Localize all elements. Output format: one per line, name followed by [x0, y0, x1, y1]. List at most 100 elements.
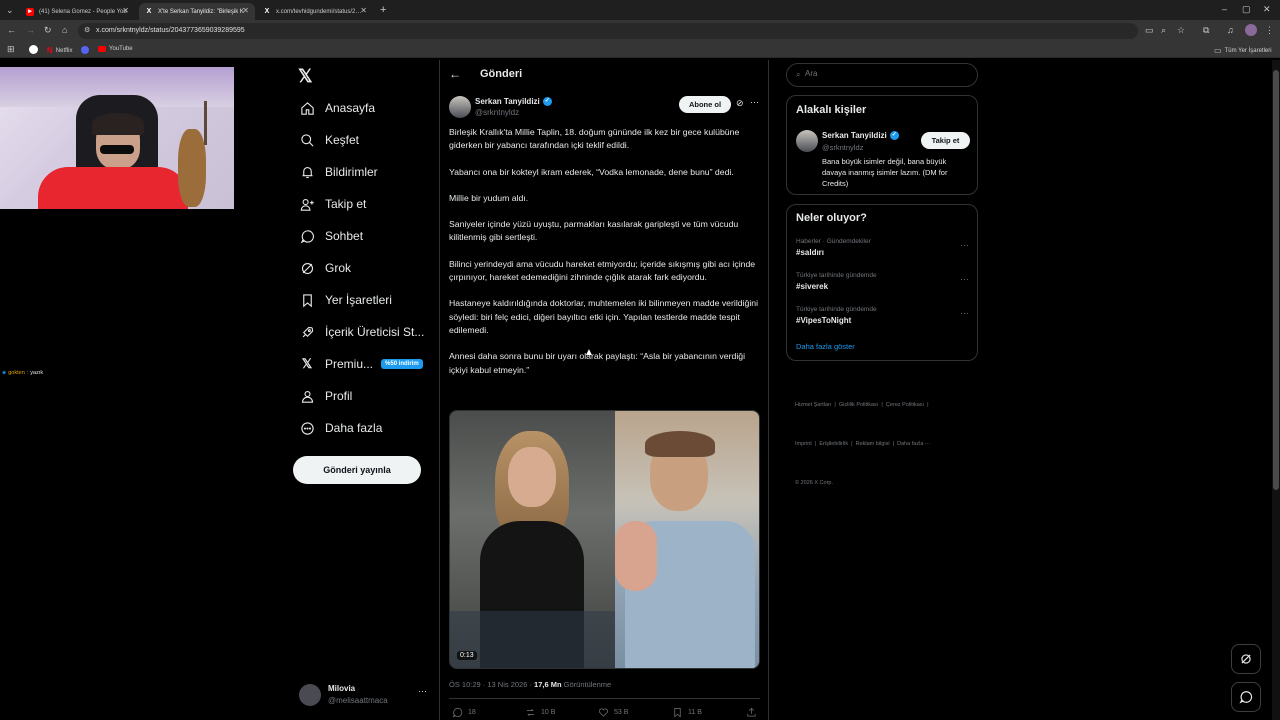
install-app-icon[interactable]: ▭: [1145, 25, 1154, 36]
sidebar-item-chat[interactable]: Sohbet: [299, 225, 363, 247]
minimize-button[interactable]: –: [1222, 4, 1227, 14]
grok-explain-icon[interactable]: ⊘: [736, 98, 744, 109]
search-input[interactable]: [805, 69, 965, 78]
reload-icon[interactable]: ↻: [44, 25, 52, 36]
trend-item[interactable]: Haberler · Gündemdekiler #saldırı ···: [796, 238, 979, 257]
browser-tab-1[interactable]: ▸ (41) Selena Gomez - People You ✕: [20, 3, 135, 20]
show-more-link[interactable]: Daha fazla göster: [796, 342, 855, 351]
bookmark-netflix[interactable]: N Netflix: [47, 46, 72, 55]
extensions-icon[interactable]: ⧉: [1203, 25, 1209, 36]
discord-icon[interactable]: [81, 46, 89, 54]
new-tab-button[interactable]: +: [380, 4, 386, 16]
scrollbar-thumb[interactable]: [1273, 70, 1279, 490]
author-avatar[interactable]: [449, 96, 471, 118]
back-arrow-icon[interactable]: ←: [449, 67, 461, 81]
chat-separator: :: [26, 370, 29, 376]
forward-icon[interactable]: →: [26, 25, 35, 35]
sidebar-item-home[interactable]: Anasayfa: [299, 97, 375, 119]
trend-more-icon[interactable]: ···: [960, 240, 969, 250]
account-switcher[interactable]: Milovia @melisaattmaca ···: [293, 680, 433, 712]
related-name-row[interactable]: Serkan Tanyildizi ✓: [822, 131, 899, 140]
messages-float-button[interactable]: [1231, 682, 1261, 712]
all-bookmarks[interactable]: ▭ Tüm Yer İşaretleri: [1214, 46, 1272, 55]
home-icon[interactable]: ⌂: [62, 25, 67, 35]
post-paragraph: Saniyeler içinde yüzü uyuştu, parmakları…: [449, 219, 739, 243]
address-bar[interactable]: ⚙ x.com/srkntnyldz/status/20437736590392…: [78, 23, 1138, 39]
footer-links-row[interactable]: Imprint | Erişilebilirlik | Reklam bilgi…: [795, 438, 930, 451]
like-button[interactable]: 53 B: [598, 707, 628, 718]
main-right-border: [768, 60, 769, 720]
profile-avatar[interactable]: [1245, 24, 1257, 36]
sidebar-item-label: Takip et: [325, 197, 367, 211]
tab-search-icon[interactable]: ⌄: [6, 5, 14, 16]
bookmark-star-icon[interactable]: ☆: [1177, 25, 1185, 36]
sidebar-item-label: Daha fazla: [325, 421, 383, 435]
media-icon[interactable]: ♫: [1227, 25, 1234, 35]
zoom-icon[interactable]: ⌕: [1161, 25, 1166, 36]
bookmark-youtube[interactable]: YouTube: [98, 46, 133, 52]
trend-item[interactable]: Türkiye tarihinde gündemde #VipesToNight…: [796, 306, 979, 325]
sidebar-item-explore[interactable]: Keşfet: [299, 129, 359, 151]
verified-badge-icon: ✓: [542, 97, 552, 106]
post-video[interactable]: 0:13: [449, 410, 760, 669]
trend-more-icon[interactable]: ···: [960, 274, 969, 284]
hair: [92, 113, 144, 135]
post-button[interactable]: Gönderi yayınla: [293, 456, 421, 484]
back-icon[interactable]: ←: [7, 25, 16, 35]
close-tab-icon[interactable]: ✕: [242, 6, 249, 15]
sidebar-item-bookmarks[interactable]: Yer İşaretleri: [299, 289, 392, 311]
home-icon: [299, 100, 315, 116]
maximize-button[interactable]: ▢: [1242, 4, 1251, 15]
reply-button[interactable]: 18: [452, 707, 476, 718]
browser-tab-3[interactable]: X x.com/tevhidgundemi/status/2… ✕: [257, 3, 373, 20]
sidebar-item-creator-studio[interactable]: İçerik Üreticisi St...: [299, 321, 424, 343]
main-left-border: [439, 60, 440, 720]
chat-user: gokten: [8, 370, 25, 376]
x-logo-icon[interactable]: 𝕏: [298, 66, 313, 87]
trend-more-icon[interactable]: ···: [960, 308, 969, 318]
repost-button[interactable]: 10 B: [525, 707, 555, 718]
share-button[interactable]: [746, 707, 757, 718]
guitar-neck: [204, 101, 207, 145]
grok-float-button[interactable]: [1231, 644, 1261, 674]
close-tab-icon[interactable]: ✕: [360, 6, 367, 15]
subscribe-button[interactable]: Abone ol: [679, 96, 731, 113]
profile-icon: [299, 388, 315, 404]
sidebar-item-label: Bildirimler: [325, 165, 378, 179]
search-icon: [299, 132, 315, 148]
sidebar-item-follow[interactable]: Takip et: [299, 193, 366, 215]
netflix-icon: N: [47, 46, 53, 55]
author-handle[interactable]: @srkntnyldz: [475, 108, 519, 117]
close-window-button[interactable]: ✕: [1263, 4, 1271, 15]
reply-icon: [452, 708, 463, 718]
close-tab-icon[interactable]: ✕: [122, 6, 129, 15]
trends-card: Neler oluyor? Haberler · Gündemdekiler #…: [786, 204, 978, 361]
sidebar-item-grok[interactable]: Grok: [299, 257, 351, 279]
sidebar-item-premium[interactable]: 𝕏 Premiu... %50 indirim: [299, 353, 423, 375]
follow-button[interactable]: Takip et: [921, 132, 970, 149]
footer-links-row[interactable]: Hizmet Şartları | Gizlilik Politikası | …: [795, 399, 930, 412]
bookmark-button[interactable]: 11 B: [672, 707, 702, 718]
page-scrollbar[interactable]: [1272, 60, 1280, 720]
guitar: [178, 129, 206, 207]
x-logo-icon: X: [264, 7, 270, 15]
site-info-icon[interactable]: ⚙: [84, 26, 90, 34]
bookmark-icon: [299, 292, 315, 308]
browser-menu-icon[interactable]: ⋮: [1265, 25, 1274, 36]
browser-tab-2[interactable]: X X'te Serkan Tanyildiz: "Birleşik K ✕: [139, 3, 255, 20]
sidebar-item-more[interactable]: Daha fazla: [299, 417, 382, 439]
trend-item[interactable]: Türkiye tarihinde gündemde #siverek ···: [796, 272, 979, 291]
video-left-frame: [450, 411, 615, 668]
author-name-row[interactable]: Serkan Tanyildizi ✓: [475, 97, 552, 106]
trend-tag: #VipesToNight: [796, 316, 852, 325]
post-more-icon[interactable]: ···: [750, 97, 759, 107]
related-name: Serkan Tanyildizi: [822, 131, 887, 140]
sofa: [450, 611, 615, 668]
google-icon[interactable]: [29, 45, 38, 54]
sidebar-item-notifications[interactable]: Bildirimler: [299, 161, 378, 183]
sidebar-item-label: Keşfet: [325, 133, 360, 147]
apps-icon[interactable]: ⊞: [7, 44, 15, 55]
search-box[interactable]: ⌕: [786, 63, 978, 87]
sidebar-item-profile[interactable]: Profil: [299, 385, 352, 407]
related-avatar[interactable]: [796, 130, 818, 152]
